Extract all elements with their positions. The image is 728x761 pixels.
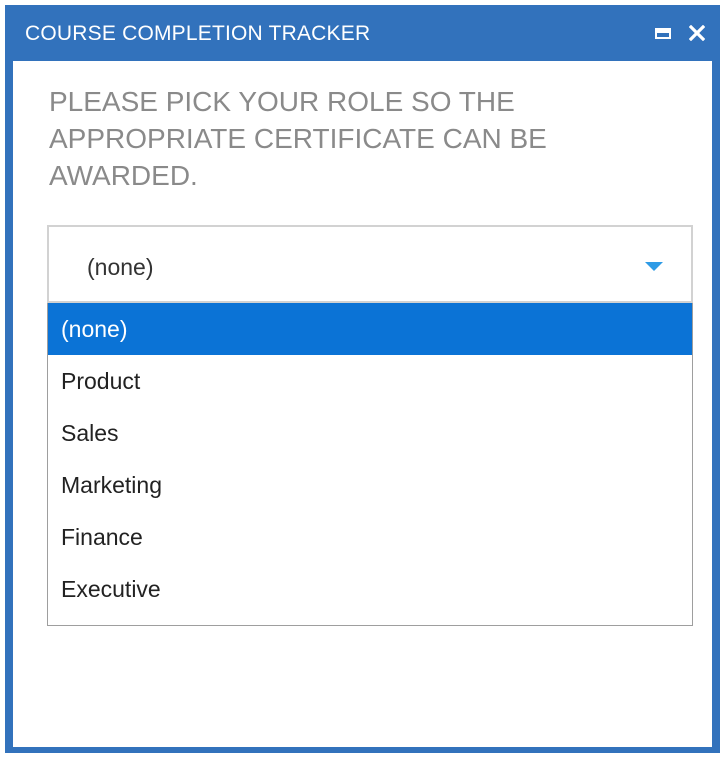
maximize-button[interactable]	[651, 21, 675, 45]
title-bar: COURSE COMPLETION TRACKER	[5, 5, 720, 61]
window-title: COURSE COMPLETION TRACKER	[25, 22, 371, 45]
role-select[interactable]: (none)	[47, 225, 693, 303]
role-option-none[interactable]: (none)	[48, 303, 692, 355]
close-icon	[689, 25, 705, 41]
role-option-finance[interactable]: Finance	[48, 511, 692, 563]
maximize-icon	[655, 27, 671, 39]
role-option-marketing[interactable]: Marketing	[48, 459, 692, 511]
role-option-executive[interactable]: Executive	[48, 563, 692, 615]
role-option-product[interactable]: Product	[48, 355, 692, 407]
role-option-sales[interactable]: Sales	[48, 407, 692, 459]
role-select-value: (none)	[87, 254, 154, 280]
chevron-down-icon[interactable]	[645, 262, 663, 271]
close-button[interactable]	[685, 21, 709, 45]
app-window: COURSE COMPLETION TRACKER PLEASE PICK YO…	[5, 5, 720, 753]
role-dropdown-list: (none) Product Sales Marketing Finance E…	[47, 303, 693, 626]
instruction-text: PLEASE PICK YOUR ROLE SO THE APPROPRIATE…	[49, 86, 547, 191]
